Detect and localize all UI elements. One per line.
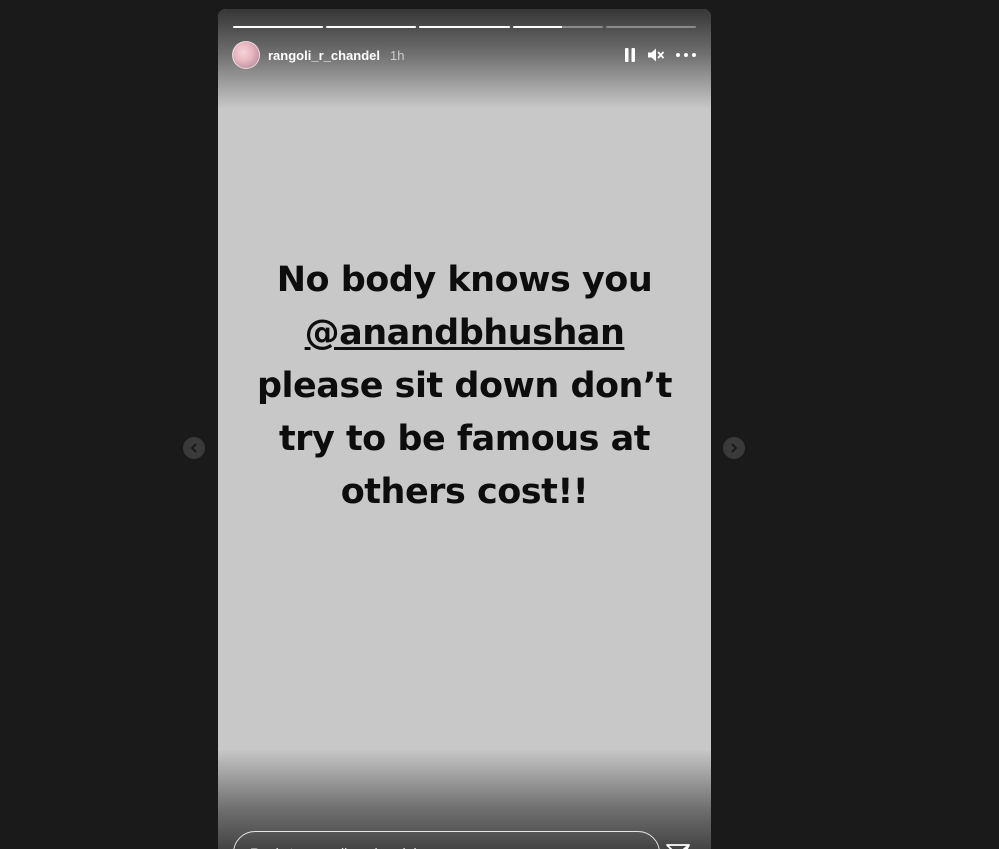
next-story-button[interactable] xyxy=(723,437,745,459)
pause-button[interactable] xyxy=(623,47,637,63)
progress-segment-fill xyxy=(233,26,324,28)
progress-segment-fill xyxy=(326,26,417,28)
progress-segment xyxy=(605,26,697,28)
more-options-icon xyxy=(676,53,696,57)
story-text: No body knows you @anandbhushan please s… xyxy=(238,254,691,519)
story-header: rangoli_r_chandel 1h xyxy=(232,40,697,70)
story-viewer: rangoli_r_chandel 1h No body knows you @… xyxy=(0,0,999,849)
story-progress-bar xyxy=(233,26,697,28)
speaker-muted-icon xyxy=(648,48,664,62)
chevron-right-icon xyxy=(731,443,737,453)
progress-segment-fill xyxy=(419,26,510,28)
previous-story-button[interactable] xyxy=(183,437,205,459)
progress-segment xyxy=(233,26,324,28)
pause-icon xyxy=(625,48,635,62)
story-mention-line: @anandbhushan xyxy=(238,307,691,360)
post-time: 1h xyxy=(389,47,405,63)
avatar[interactable] xyxy=(232,41,260,69)
send-button[interactable] xyxy=(664,839,692,849)
story-line-4: try to be famous at xyxy=(278,419,651,459)
story-card[interactable]: rangoli_r_chandel 1h No body knows you @… xyxy=(218,9,711,849)
story-line-3: please sit down don’t xyxy=(257,366,673,406)
progress-segment xyxy=(419,26,510,28)
progress-segment xyxy=(512,26,603,28)
story-line-5: others cost!! xyxy=(340,472,589,512)
mention-link[interactable]: @anandbhushan xyxy=(305,313,625,353)
send-icon xyxy=(666,844,690,849)
progress-segment xyxy=(326,26,417,28)
story-line-1: No body knows you xyxy=(276,260,653,300)
story-controls xyxy=(623,47,697,63)
progress-segment-fill xyxy=(512,26,563,28)
username[interactable]: rangoli_r_chandel xyxy=(268,48,380,63)
reply-input[interactable] xyxy=(233,831,660,849)
mute-button[interactable] xyxy=(647,47,665,63)
more-options-button[interactable] xyxy=(675,52,697,58)
chevron-left-icon xyxy=(191,443,197,453)
